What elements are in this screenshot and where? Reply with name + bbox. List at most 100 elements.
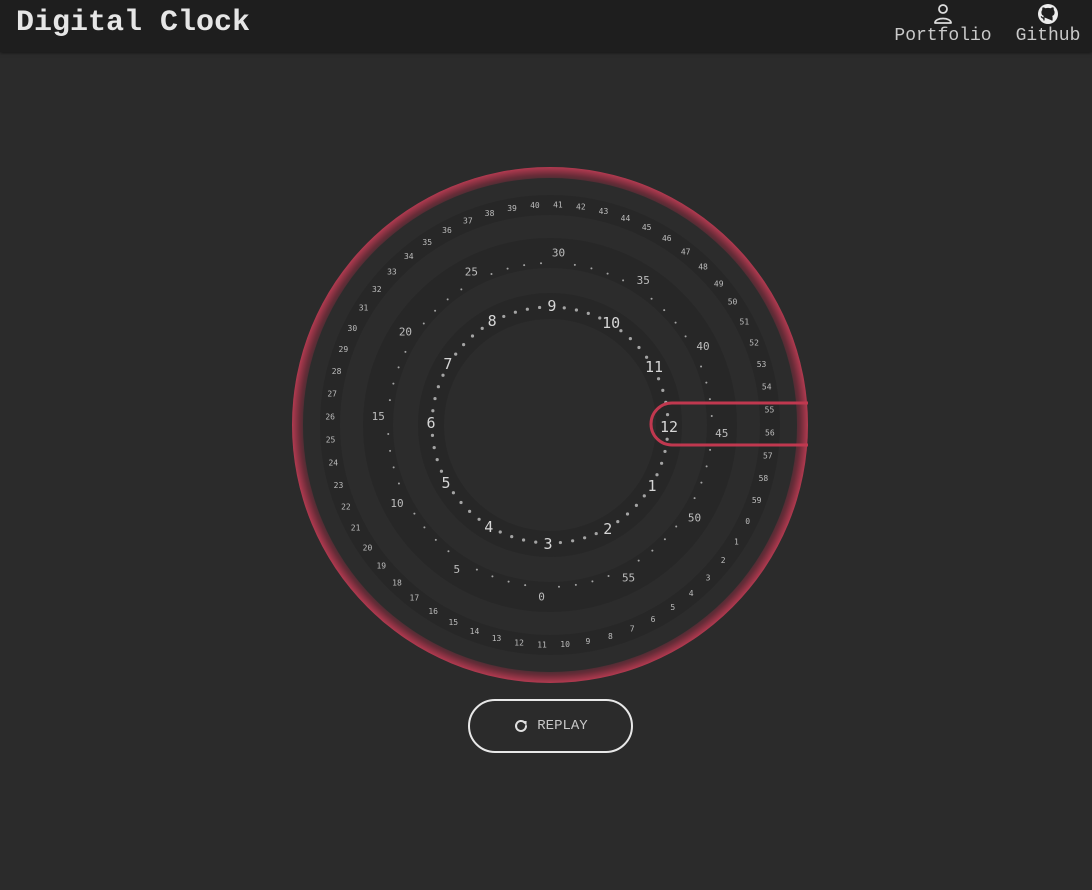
second-label: 12 (514, 638, 524, 647)
second-label: 14 (470, 627, 480, 636)
second-label: 54 (762, 383, 772, 392)
second-label: 13 (492, 634, 502, 643)
replay-label: REPLAY (537, 718, 588, 734)
second-label: 9 (586, 637, 591, 646)
minute-tick (650, 297, 653, 300)
second-label: 37 (463, 216, 473, 225)
second-label: 0 (745, 517, 750, 526)
second-label: 36 (442, 226, 452, 235)
second-label: 23 (334, 481, 344, 490)
minute-tick (397, 366, 400, 369)
hour-tick (656, 377, 661, 381)
hour-tick (439, 469, 444, 473)
second-label: 46 (662, 234, 672, 243)
minute-tick (700, 481, 703, 484)
second-label: 34 (404, 252, 414, 261)
minute-tick (663, 309, 666, 312)
minute-label: 10 (390, 497, 403, 510)
second-label: 29 (339, 345, 349, 354)
hour-tick (625, 512, 630, 516)
minute-tick (491, 575, 494, 578)
hour-tick (642, 494, 646, 498)
minute-tick (423, 526, 426, 529)
hour-label: 12 (660, 418, 678, 436)
hour-tick (637, 345, 641, 350)
second-label: 2 (721, 556, 726, 565)
hour-tick (441, 373, 445, 377)
replay-button[interactable]: REPLAY (468, 699, 633, 753)
second-label: 30 (348, 324, 358, 333)
minute-label: 5 (453, 563, 460, 576)
second-label: 19 (376, 562, 386, 571)
minute-tick (705, 381, 708, 384)
minute-tick (523, 264, 526, 267)
hour-tick (510, 535, 514, 539)
hour-tick (480, 326, 484, 331)
hour-label: 5 (441, 474, 450, 492)
hour-tick (663, 449, 667, 454)
second-label: 55 (765, 405, 775, 414)
second-label: 39 (507, 204, 517, 213)
minute-tick (574, 583, 577, 586)
minute-tick (434, 538, 437, 541)
second-label: 49 (714, 279, 724, 288)
minute-tick (590, 267, 593, 270)
second-label: 28 (332, 367, 342, 376)
hour-tick (513, 310, 517, 314)
hour-tick (454, 352, 458, 356)
second-label: 45 (642, 223, 652, 232)
minute-tick (637, 559, 640, 562)
hour-tick (431, 409, 435, 413)
minute-tick (397, 482, 400, 485)
hour-label: 6 (427, 414, 436, 432)
minute-tick (413, 512, 416, 515)
minute-tick (708, 398, 711, 401)
minute-tick (446, 298, 449, 301)
second-label: 3 (706, 574, 711, 583)
hour-label: 2 (603, 520, 612, 538)
hour-tick (665, 412, 670, 417)
minute-tick (675, 525, 678, 528)
second-label: 52 (749, 338, 759, 347)
minute-tick (392, 466, 395, 469)
minute-tick (404, 350, 407, 353)
hour-label: 7 (443, 355, 452, 373)
hour-tick (477, 517, 481, 521)
clock-dial: 0123456789101112131415161718192021222324… (292, 167, 808, 683)
hour-tick (616, 519, 620, 524)
second-label: 48 (698, 262, 708, 271)
second-label: 33 (387, 267, 397, 276)
minute-tick (651, 549, 654, 552)
second-label: 40 (530, 201, 540, 210)
second-label: 42 (576, 203, 586, 212)
minute-tick (674, 321, 677, 324)
second-label: 44 (621, 214, 631, 223)
second-label: 57 (763, 451, 773, 460)
minute-label: 45 (715, 427, 728, 440)
second-label: 1 (734, 537, 739, 546)
hour-tick (571, 539, 575, 543)
hour-label: 10 (602, 314, 620, 332)
hour-tick (436, 385, 440, 389)
minute-tick (607, 575, 610, 578)
minute-label: 35 (637, 274, 650, 287)
hour-tick (586, 311, 590, 315)
refresh-icon (515, 719, 528, 732)
hour-tick (558, 540, 563, 545)
minute-label: 0 (538, 590, 545, 603)
minute-tick (524, 584, 527, 587)
minute-tick (709, 448, 712, 451)
second-label: 56 (765, 428, 775, 437)
hour-tick (468, 509, 472, 513)
second-label: 17 (410, 594, 420, 603)
second-label: 25 (326, 436, 336, 445)
hour-tick (562, 306, 566, 310)
second-label: 50 (728, 298, 738, 307)
second-label: 38 (485, 209, 495, 218)
minute-tick (705, 465, 708, 468)
minute-tick (506, 267, 509, 270)
second-label: 18 (392, 579, 402, 588)
second-label: 24 (328, 458, 338, 467)
minute-tick (684, 335, 687, 338)
hour-label: 1 (648, 477, 657, 495)
